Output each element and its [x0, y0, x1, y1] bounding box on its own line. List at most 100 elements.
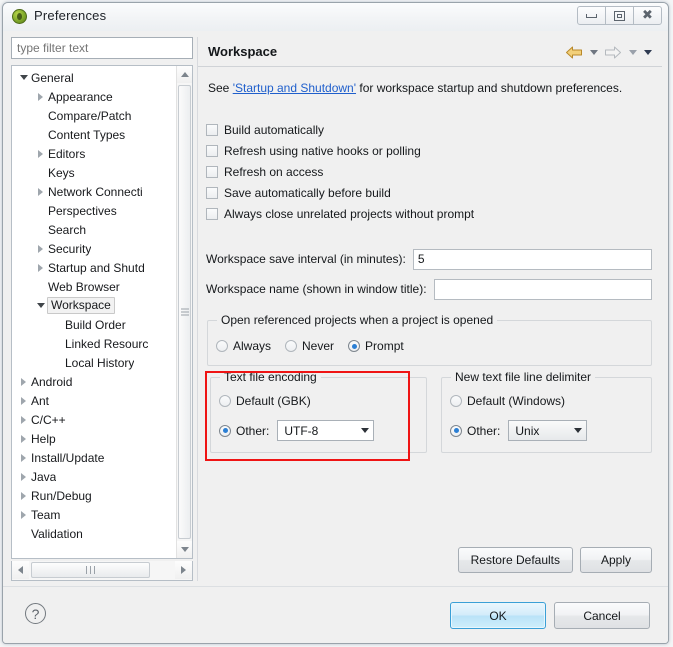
tree-item-web-browser[interactable]: Web Browser: [12, 277, 176, 296]
checkbox-row[interactable]: Refresh using native hooks or polling: [206, 140, 474, 161]
page-menu-button[interactable]: [641, 42, 654, 62]
expand-arrow-icon[interactable]: [35, 263, 46, 272]
combo-arrow-button[interactable]: [356, 421, 373, 440]
tree-item-validation[interactable]: Validation: [12, 524, 176, 543]
close-button[interactable]: ✖: [633, 6, 662, 25]
encoding-combo[interactable]: UTF-8: [277, 420, 375, 441]
ok-button[interactable]: OK: [450, 602, 546, 629]
tree-item-linked-resourc[interactable]: Linked Resourc: [12, 334, 176, 353]
save-interval-input[interactable]: [412, 248, 652, 270]
expand-arrow-icon[interactable]: [18, 396, 29, 405]
checkbox-icon[interactable]: [206, 207, 218, 220]
radio-icon[interactable]: [450, 395, 462, 407]
radio-icon[interactable]: [450, 424, 462, 437]
startup-and-shutdown-link[interactable]: 'Startup and Shutdown': [233, 81, 356, 95]
expand-arrow-icon[interactable]: [18, 491, 29, 500]
tree-item-android[interactable]: Android: [12, 372, 176, 391]
radio-icon[interactable]: [219, 395, 231, 407]
filter-input[interactable]: [11, 37, 193, 59]
tree-item-local-history[interactable]: Local History: [12, 353, 176, 372]
radio-icon[interactable]: [216, 340, 228, 352]
checkbox-label: Build automatically: [224, 122, 325, 137]
help-icon[interactable]: ?: [25, 603, 46, 624]
checkbox-icon[interactable]: [206, 186, 218, 199]
back-history-button[interactable]: [587, 42, 600, 62]
tree-item-build-order[interactable]: Build Order: [12, 315, 176, 334]
chevron-down-icon: [360, 428, 369, 433]
scroll-right-button[interactable]: [175, 561, 192, 579]
horizontal-scroll-thumb[interactable]: [31, 562, 150, 578]
preferences-tree[interactable]: General Appearance Compare/Patch Content Ty…: [11, 65, 193, 559]
encoding-other-option[interactable]: Other: UTF-8: [219, 420, 375, 441]
collapse-arrow-icon[interactable]: [35, 303, 46, 308]
expand-arrow-icon[interactable]: [18, 453, 29, 462]
tree-item-team[interactable]: Team: [12, 505, 176, 524]
tree-item-label: Linked Resourc: [65, 336, 149, 351]
tree-item-run-debug[interactable]: Run/Debug: [12, 486, 176, 505]
radio-icon[interactable]: [219, 424, 231, 437]
maximize-icon: [614, 10, 625, 21]
maximize-button[interactable]: [605, 6, 634, 25]
tree-item-editors[interactable]: Editors: [12, 144, 176, 163]
tree-vertical-scrollbar[interactable]: [176, 66, 192, 558]
radio-icon[interactable]: [285, 340, 298, 352]
checkbox-icon[interactable]: [206, 165, 218, 178]
tree-item-java[interactable]: Java: [12, 467, 176, 486]
checkbox-icon[interactable]: [206, 144, 218, 157]
workspace-name-label: Workspace name (shown in window title):: [206, 282, 427, 296]
expand-arrow-icon[interactable]: [18, 434, 29, 443]
tree-horizontal-scrollbar[interactable]: [11, 561, 193, 581]
encoding-default-option[interactable]: Default (GBK): [219, 394, 325, 408]
radio-icon[interactable]: [348, 340, 361, 352]
tree-item-ant[interactable]: Ant: [12, 391, 176, 410]
checkbox-row[interactable]: Refresh on access: [206, 161, 474, 182]
tree-item-c-c[interactable]: C/C++: [12, 410, 176, 429]
checkbox-row[interactable]: Save automatically before build: [206, 182, 474, 203]
collapse-arrow-icon[interactable]: [18, 75, 29, 80]
tree-item-workspace[interactable]: Workspace: [12, 296, 176, 315]
tree-item-search[interactable]: Search: [12, 220, 176, 239]
vertical-scroll-thumb[interactable]: [178, 85, 191, 539]
delimiter-other-option[interactable]: Other: Unix: [450, 420, 588, 441]
expand-arrow-icon[interactable]: [18, 472, 29, 481]
expand-arrow-icon[interactable]: [35, 92, 46, 101]
workspace-name-row: Workspace name (shown in window title):: [206, 278, 652, 300]
restore-defaults-button[interactable]: Restore Defaults: [457, 547, 573, 573]
workspace-name-input[interactable]: [433, 278, 652, 300]
scroll-left-button[interactable]: [12, 561, 29, 579]
minimize-button[interactable]: [577, 6, 606, 25]
expand-arrow-icon[interactable]: [18, 377, 29, 386]
tree-item-content-types[interactable]: Content Types: [12, 125, 176, 144]
tree-item-install-update[interactable]: Install/Update: [12, 448, 176, 467]
cancel-button[interactable]: Cancel: [554, 602, 650, 629]
delimiter-combo[interactable]: Unix: [508, 420, 588, 441]
checkbox-icon[interactable]: [206, 123, 218, 136]
expand-arrow-icon[interactable]: [18, 510, 29, 519]
preferences-dialog: Preferences ✖ General Appearance Compare/P…: [2, 2, 669, 644]
tree-item-security[interactable]: Security: [12, 239, 176, 258]
scroll-up-button[interactable]: [177, 66, 192, 83]
tree-item-general[interactable]: General: [12, 68, 176, 87]
tree-item-appearance[interactable]: Appearance: [12, 87, 176, 106]
checkbox-row[interactable]: Always close unrelated projects without …: [206, 203, 474, 224]
delimiter-default-option[interactable]: Default (Windows): [450, 394, 579, 408]
open-referenced-option-never[interactable]: Never: [285, 339, 334, 353]
expand-arrow-icon[interactable]: [18, 415, 29, 424]
expand-arrow-icon[interactable]: [35, 244, 46, 253]
expand-arrow-icon[interactable]: [35, 187, 46, 196]
combo-arrow-button[interactable]: [569, 421, 586, 440]
apply-button[interactable]: Apply: [580, 547, 652, 573]
open-referenced-option-always[interactable]: Always: [216, 339, 271, 353]
back-button[interactable]: [563, 42, 585, 62]
open-referenced-option-prompt[interactable]: Prompt: [348, 339, 404, 353]
checkbox-row[interactable]: Build automatically: [206, 119, 474, 140]
tree-item-startup-and-shutd[interactable]: Startup and Shutd: [12, 258, 176, 277]
tree-item-network-connecti[interactable]: Network Connecti: [12, 182, 176, 201]
tree-item-compare-patch[interactable]: Compare/Patch: [12, 106, 176, 125]
tree-item-help[interactable]: Help: [12, 429, 176, 448]
scroll-down-button[interactable]: [177, 541, 192, 558]
forward-history-button[interactable]: [626, 42, 639, 62]
tree-item-perspectives[interactable]: Perspectives: [12, 201, 176, 220]
tree-item-keys[interactable]: Keys: [12, 163, 176, 182]
expand-arrow-icon[interactable]: [35, 149, 46, 158]
